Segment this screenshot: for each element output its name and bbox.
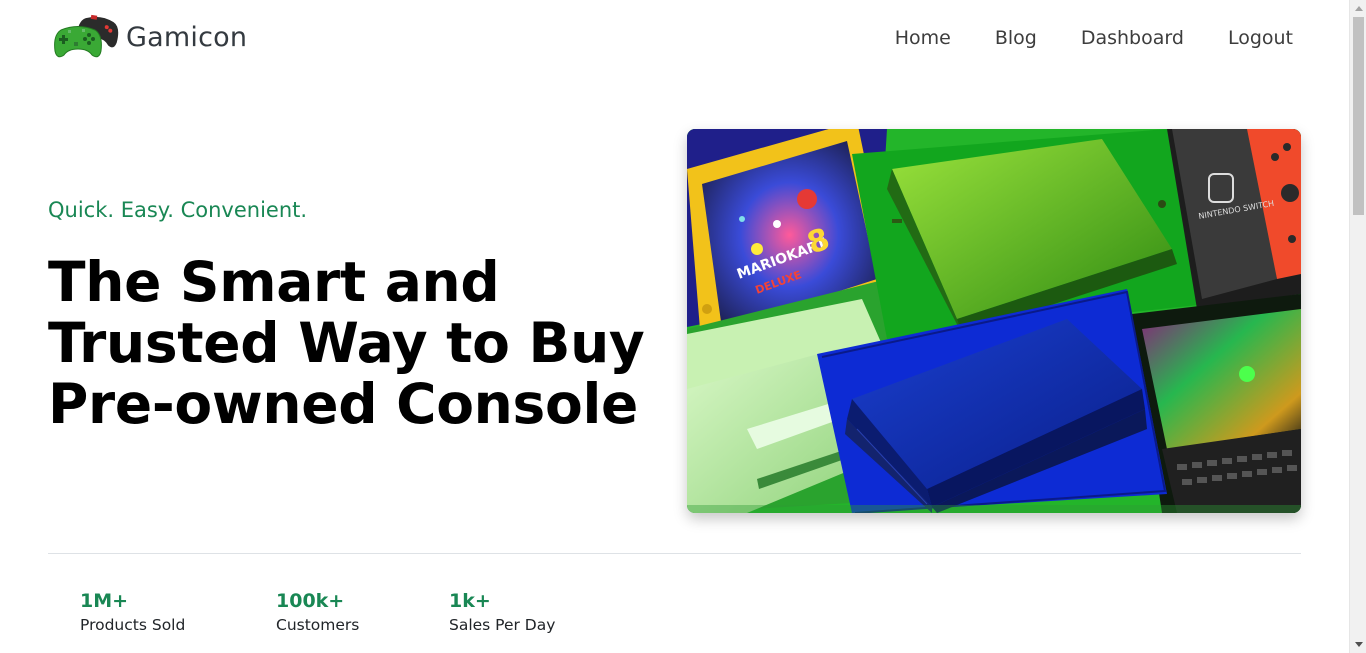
stat-products-sold: 1M+ Products Sold	[80, 590, 185, 635]
nav-link-blog[interactable]: Blog	[995, 24, 1037, 52]
brand-link[interactable]: Gamicon	[54, 14, 247, 60]
stat-value: 1k+	[449, 590, 491, 612]
scroll-up-button[interactable]	[1350, 0, 1366, 17]
scrollbar-thumb[interactable]	[1353, 17, 1364, 215]
hero-headline: The Smart and Trusted Way to Buy Pre-own…	[48, 252, 648, 435]
xbox-one-x-photo	[852, 129, 1207, 339]
nav-link-dashboard[interactable]: Dashboard	[1081, 24, 1184, 52]
headline-line-3: Pre-owned Console	[48, 372, 639, 436]
stat-label: Products Sold	[80, 616, 186, 634]
console-collage-illustration: MARIOKART DELUXE 8 NINTENDO SWITCH	[687, 129, 1301, 513]
hero-console-image: MARIOKART DELUXE 8 NINTENDO SWITCH	[687, 129, 1301, 513]
nav-link-home[interactable]: Home	[895, 24, 951, 52]
scroll-down-button[interactable]	[1350, 636, 1366, 653]
headline-line-1: The Smart and	[48, 250, 500, 314]
page: Gamicon Home Blog Dashboard Logout Quick…	[0, 0, 1349, 653]
hero-tagline: Quick. Easy. Convenient.	[48, 198, 308, 222]
stat-customers: 100k+ Customers	[276, 590, 359, 635]
nav-links: Home Blog Dashboard Logout	[851, 24, 1293, 52]
navbar: Gamicon Home Blog Dashboard Logout	[0, 0, 1349, 78]
vertical-scrollbar[interactable]	[1349, 0, 1366, 653]
stat-sales-per-day: 1k+ Sales Per Day	[449, 590, 555, 635]
stat-label: Sales Per Day	[449, 616, 556, 634]
section-divider	[48, 553, 1301, 554]
brand-name: Gamicon	[126, 21, 248, 53]
headline-line-2: Trusted Way to Buy	[48, 311, 645, 375]
stat-value: 100k+	[276, 590, 345, 612]
chevron-up-icon	[1355, 6, 1363, 11]
stat-label: Customers	[276, 616, 360, 634]
nav-link-logout[interactable]: Logout	[1228, 24, 1293, 52]
chevron-down-icon	[1355, 642, 1363, 647]
game-controller-icon	[54, 14, 119, 58]
stat-value: 1M+	[80, 590, 129, 612]
